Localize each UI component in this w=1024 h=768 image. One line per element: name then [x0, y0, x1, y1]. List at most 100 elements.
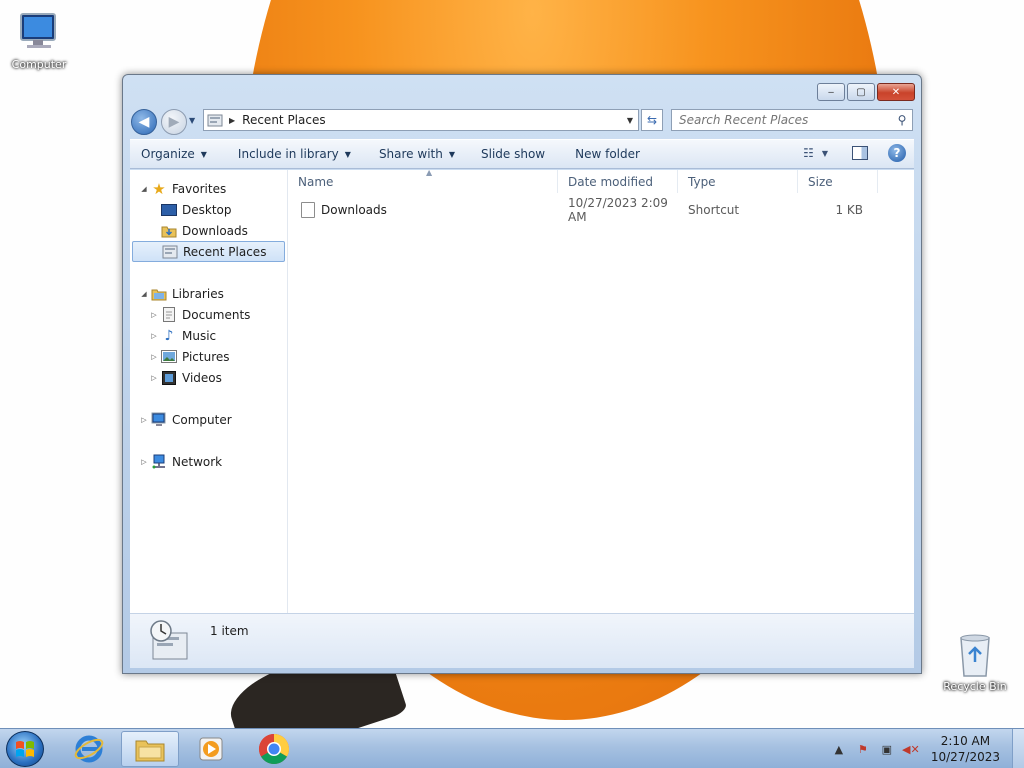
tree-item-computer[interactable]: ▷ Computer	[130, 409, 287, 430]
expanded-arrow-icon[interactable]: ◢	[138, 290, 150, 298]
desktop-icon-label: Recycle Bin	[943, 680, 1007, 693]
show-desktop-button[interactable]	[1012, 729, 1024, 768]
show-hidden-icons-icon[interactable]: ▲	[830, 740, 848, 758]
tree-item-music[interactable]: ▷ ♪ Music	[130, 325, 287, 346]
collapsed-arrow-icon[interactable]: ▷	[148, 374, 160, 382]
tree-item-label: Desktop	[182, 202, 232, 217]
network-status-icon[interactable]: ▣	[878, 740, 896, 758]
desktop-icon	[160, 202, 178, 218]
libraries-icon	[150, 286, 168, 302]
column-header-size[interactable]: Size	[798, 170, 878, 193]
refresh-icon: ⇆	[646, 113, 658, 127]
slide-show-button[interactable]: Slide show	[464, 140, 554, 168]
tree-item-label: Network	[172, 454, 223, 469]
tree-item-videos[interactable]: ▷ Videos	[130, 367, 287, 388]
sort-ascending-icon: ▲	[426, 168, 433, 177]
tree-item-libraries[interactable]: ◢ Libraries	[130, 283, 287, 304]
clock-time: 2:10 AM	[940, 734, 991, 748]
music-icon: ♪	[164, 327, 174, 344]
desktop-icon-label: Computer	[11, 58, 67, 71]
taskbar-internet-explorer[interactable]	[60, 731, 118, 767]
column-header-label: Name	[298, 174, 334, 189]
chevron-down-icon: ▼	[200, 149, 207, 159]
taskbar-windows-explorer[interactable]	[121, 731, 179, 767]
minimize-button[interactable]: ‒	[817, 83, 845, 101]
computer-icon	[20, 13, 56, 48]
chevron-down-icon: ▼	[344, 149, 351, 159]
search-input[interactable]	[672, 113, 892, 127]
address-dropdown-icon[interactable]: ▼	[622, 116, 638, 125]
chevron-down-icon: ▼	[448, 149, 455, 159]
details-view-icon: ☷	[803, 146, 814, 160]
desktop-icon-recycle-bin[interactable]: Recycle Bin	[940, 632, 1010, 693]
preview-pane-button[interactable]	[852, 146, 868, 160]
clock[interactable]: 2:10 AM 10/27/2023	[931, 733, 1000, 765]
navigation-row: ◀ ▶ ▼ ▶ Recent Places ▼ ⇆ ⚲	[131, 107, 913, 135]
details-pane: 1 item	[130, 613, 914, 668]
tree-item-label: Recent Places	[183, 244, 267, 259]
include-in-library-menu[interactable]: Include in library ▼	[216, 140, 360, 168]
new-folder-button[interactable]: New folder	[554, 140, 649, 168]
media-player-icon	[199, 737, 223, 761]
organize-menu[interactable]: Organize ▼	[130, 140, 216, 168]
file-size: 1 KB	[835, 203, 863, 217]
chrome-icon	[258, 734, 290, 765]
tree-item-network[interactable]: ▷ Network	[130, 451, 287, 472]
tree-item-desktop[interactable]: Desktop	[130, 199, 287, 220]
help-icon: ?	[893, 146, 901, 160]
tree-item-favorites[interactable]: ◢ ★ Favorites	[130, 178, 287, 199]
collapsed-arrow-icon[interactable]: ▷	[148, 311, 160, 319]
help-button[interactable]: ?	[888, 144, 906, 162]
tree-item-label: Favorites	[172, 181, 227, 196]
collapsed-arrow-icon[interactable]: ▷	[138, 416, 150, 424]
file-name: Downloads	[321, 203, 387, 217]
breadcrumb-separator-icon[interactable]: ▶	[229, 116, 235, 125]
address-location[interactable]: Recent Places	[242, 113, 622, 127]
share-with-menu[interactable]: Share with ▼	[360, 140, 464, 168]
new-folder-label: New folder	[575, 147, 640, 161]
command-bar: Organize ▼ Include in library ▼ Share wi…	[130, 139, 914, 169]
tree-item-documents[interactable]: ▷ Documents	[130, 304, 287, 325]
file-date-modified: 10/27/2023 2:09 AM	[568, 196, 668, 224]
clock-date: 10/27/2023	[930, 750, 1000, 764]
back-button[interactable]: ◀	[131, 109, 157, 135]
change-view-button[interactable]: ☷ ▼	[803, 146, 828, 160]
tree-item-pictures[interactable]: ▷ Pictures	[130, 346, 287, 367]
close-button[interactable]: ✕	[877, 83, 915, 101]
recent-pages-dropdown[interactable]: ▼	[189, 116, 195, 125]
item-count: 1 item	[210, 624, 249, 638]
collapsed-arrow-icon[interactable]: ▷	[138, 458, 150, 466]
expanded-arrow-icon[interactable]: ◢	[138, 185, 150, 193]
taskbar-chrome[interactable]	[245, 731, 303, 767]
collapsed-arrow-icon[interactable]: ▷	[148, 353, 160, 361]
search-box[interactable]: ⚲	[671, 109, 913, 131]
include-in-library-label: Include in library	[237, 147, 339, 161]
main-panes: ◢ ★ Favorites Desktop Downloads Recent P…	[130, 168, 914, 613]
forward-button[interactable]: ▶	[161, 109, 187, 135]
caption-buttons: ‒ ▢ ✕	[817, 83, 915, 101]
taskbar-media-player[interactable]	[182, 731, 240, 767]
column-header-type[interactable]: Type	[678, 170, 798, 193]
network-icon	[150, 454, 168, 470]
tree-item-downloads[interactable]: Downloads	[130, 220, 287, 241]
action-center-icon[interactable]: ⚑	[854, 740, 872, 758]
taskbar: ▲ ⚑ ▣ ◀✕ 2:10 AM 10/27/2023	[0, 728, 1024, 768]
folder-icon	[135, 740, 165, 762]
column-header-name[interactable]: Name	[288, 170, 558, 193]
share-with-label: Share with	[378, 147, 443, 161]
slide-show-label: Slide show	[481, 147, 546, 161]
tree-item-recent-places[interactable]: Recent Places	[132, 241, 285, 262]
refresh-button[interactable]: ⇆	[641, 109, 663, 131]
address-bar[interactable]: ▶ Recent Places ▼	[203, 109, 639, 131]
search-icon[interactable]: ⚲	[892, 113, 912, 127]
volume-muted-icon[interactable]: ◀✕	[902, 740, 920, 758]
collapsed-arrow-icon[interactable]: ▷	[148, 332, 160, 340]
file-row[interactable]: Downloads 10/27/2023 2:09 AM Shortcut 1 …	[288, 196, 914, 224]
desktop-icon-computer[interactable]: Computer	[4, 8, 74, 71]
start-button[interactable]	[6, 731, 44, 767]
column-header-date-modified[interactable]: Date modified	[558, 170, 678, 193]
column-header-label: Size	[808, 174, 833, 189]
maximize-button[interactable]: ▢	[847, 83, 875, 101]
